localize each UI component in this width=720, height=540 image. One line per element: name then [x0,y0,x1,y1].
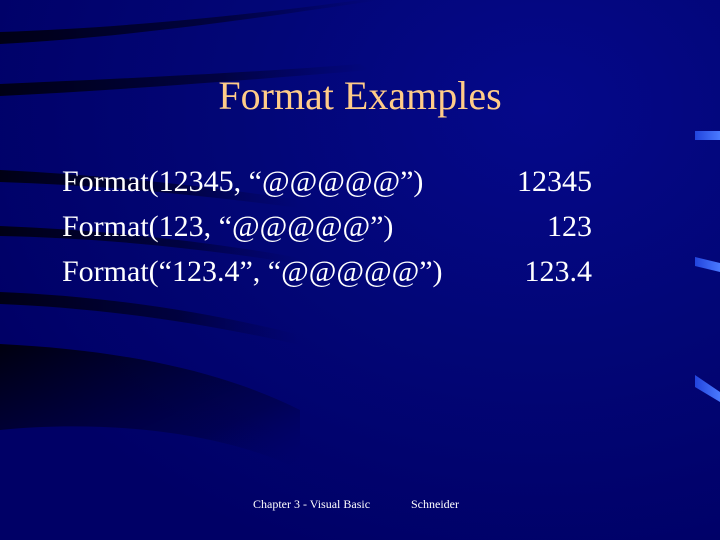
swoosh-bottom-large [0,344,300,470]
swoosh-top [0,0,380,44]
footer-author: Schneider [411,497,459,511]
example-result: 123 [547,210,592,243]
example-result: 123.4 [524,255,593,288]
slide: Format Examples Format(12345, “@@@@@”) 1… [0,0,720,540]
example-row: Format(12345, “@@@@@”) 12345 [62,162,592,202]
slide-title: Format Examples [218,73,502,118]
accent-tick-2 [695,257,720,272]
accent-tick-1 [695,131,720,140]
example-expression: Format(“123.4”, “@@@@@”) [62,255,443,288]
swoosh-lower [0,292,300,345]
example-expression: Format(12345, “@@@@@”) [62,165,424,198]
example-result: 12345 [517,165,592,198]
example-row: Format(123, “@@@@@”) 123 [62,207,592,247]
example-expression: Format(123, “@@@@@”) [62,210,394,243]
example-row: Format(“123.4”, “@@@@@”) 123.4 [62,252,592,292]
accent-tick-3 [695,375,720,402]
footer-chapter: Chapter 3 - Visual Basic [253,497,371,511]
